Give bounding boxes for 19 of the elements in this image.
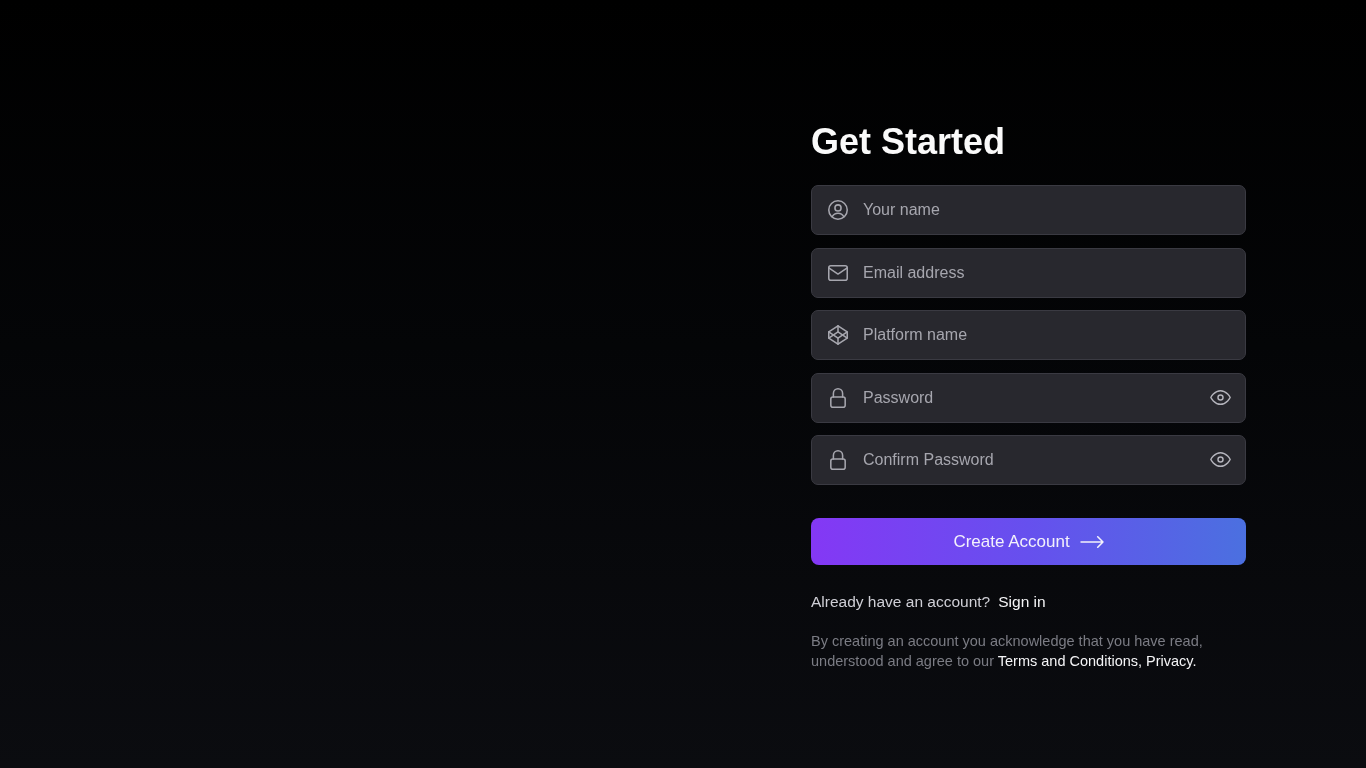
- email-field[interactable]: Email address: [811, 247, 1246, 298]
- platform-field[interactable]: Platform name: [811, 310, 1246, 360]
- lock-icon: [830, 450, 846, 470]
- lock-icon: [830, 387, 846, 408]
- sign-in-prompt: Already have an account?: [811, 592, 991, 612]
- terms-link[interactable]: Terms and Conditions, Privacy.: [997, 653, 1197, 669]
- eye-icon[interactable]: [1210, 452, 1231, 467]
- user-icon: [828, 200, 848, 220]
- page-title: Get Started: [811, 120, 1006, 164]
- name-field[interactable]: Your name: [811, 185, 1246, 235]
- password-field[interactable]: Password: [811, 372, 1246, 423]
- cube-icon: [828, 325, 848, 345]
- envelope-icon: [828, 264, 848, 281]
- password-field[interactable]: Confirm Password: [811, 435, 1246, 485]
- terms-notice: By creating an account you acknowledge that you have read, understood and agree to our Terms and Conditions, Privacy.: [811, 632, 1204, 671]
- create-account-button[interactable]: Create Account: [811, 518, 1246, 565]
- sign-in-link[interactable]: Sign in: [998, 592, 1046, 612]
- arrow-right-icon: [1079, 535, 1104, 548]
- eye-icon[interactable]: [1210, 389, 1231, 405]
